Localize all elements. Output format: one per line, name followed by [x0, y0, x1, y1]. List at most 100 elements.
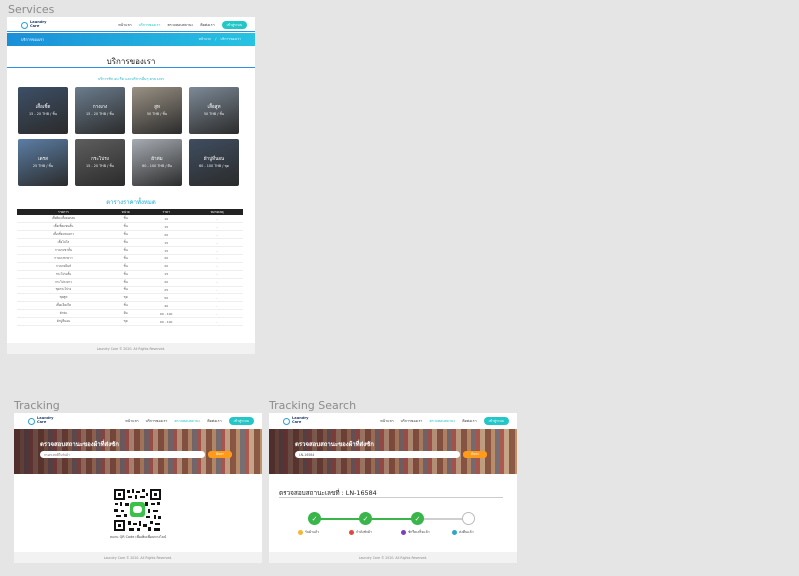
step-status-icon [401, 530, 406, 535]
table-cell: 15 [141, 222, 192, 232]
nav-item-home[interactable]: หน้าแรก [380, 418, 393, 424]
table-cell: ผ้าปูที่นอน [17, 317, 110, 326]
step-status-icon [298, 530, 303, 535]
table-cell: 15 [141, 246, 192, 255]
table-cell: - [191, 215, 243, 224]
step-label: รับผ้าแล้ว [298, 530, 319, 535]
table-cell: 20 [141, 278, 192, 287]
step-status-icon [452, 530, 457, 535]
table-row: เสื้อเชิ้ตแขนสั้น ชิ้น 15- [17, 222, 243, 232]
table-cell: เสื้อยืด/เสื้อคอกลม [17, 215, 110, 224]
service-card[interactable]: ผ้าห่ม 60 - 100 THB / ผืน [132, 139, 182, 186]
top-nav: Laundry Care หน้าแรก บริการของเรา ตรวจสอบ… [14, 413, 262, 429]
nav-item-contact[interactable]: ติดต่อเรา [207, 418, 221, 424]
tracking-number-input[interactable] [40, 451, 205, 458]
step-label: ซักรีดเสร็จแล้ว [401, 530, 430, 535]
logo[interactable]: Laundry Care [21, 20, 47, 29]
table-cell: ชิ้น [109, 246, 142, 255]
hero-title: ตรวจสอบสถานะของผ้าที่ส่งซัก [295, 441, 374, 448]
step-label-text: ซักรีดเสร็จแล้ว [408, 530, 430, 534]
nav-item-tracking[interactable]: ตรวจสอบสถานะ [429, 418, 455, 424]
service-card-price: 15 - 20 THB / ชิ้น [29, 112, 57, 116]
service-card[interactable]: ผ้าปูที่นอน 60 - 100 THB / ชุด [189, 139, 239, 186]
step-check-icon: ✓ [308, 512, 321, 525]
nav-item-tracking[interactable]: ตรวจสอบสถานะ [167, 22, 193, 28]
table-row: กระโปรงยาว ชิ้น 20- [17, 278, 243, 287]
table-cell: 20 [141, 262, 192, 271]
table-cell: ชิ้น [109, 270, 142, 279]
search-button[interactable]: ค้นหา [463, 451, 487, 458]
table-cell: ชิ้น [109, 254, 142, 263]
table-cell: กางเกงยีนส์ [17, 262, 110, 271]
logo-text-2: Care [30, 24, 40, 28]
table-cell: กระโปรงสั้น [17, 270, 110, 279]
table-cell: ผืน [109, 309, 142, 319]
nav-item-services[interactable]: บริการของเรา [146, 418, 168, 424]
qr-caption: สแกน QR Code เพื่อเพิ่มเพื่อนทางไลน์ [109, 535, 167, 539]
table-cell: เสื้อโปโล [17, 238, 110, 248]
table-cell: - [191, 254, 243, 263]
service-card-name: ผ้าปูที่นอน [203, 157, 225, 162]
search-button[interactable]: ค้นหา [208, 451, 232, 458]
table-row: กางเกงยีนส์ ชิ้น 20- [17, 262, 243, 271]
table-cell: ชิ้น [109, 278, 142, 287]
service-card[interactable]: สูท 50 THB / ชิ้น [132, 87, 182, 134]
tracking-search-frame: Laundry Care หน้าแรก บริการของเรา ตรวจสอบ… [269, 413, 517, 563]
table-cell: 15 [141, 238, 192, 248]
table-cell: 20 [141, 254, 192, 263]
table-cell: 25 [141, 286, 192, 295]
table-cell: - [191, 238, 243, 248]
table-cell: 60 - 100 [141, 317, 192, 326]
logo-icon [283, 417, 290, 425]
table-row: ชุดกระโปรง ชิ้น 25- [17, 286, 243, 295]
table-cell: 40 [141, 301, 192, 311]
logo[interactable]: Laundry Care [283, 416, 309, 425]
table-row: ผ้าห่ม ผืน 60 - 100- [17, 309, 243, 319]
service-card-price: 50 THB / ชิ้น [146, 112, 168, 116]
tracking-number-input[interactable] [295, 451, 460, 458]
footer: Laundry Care © 2020. All Rights Reserved… [269, 552, 517, 563]
logo[interactable]: Laundry Care [28, 416, 54, 425]
service-card-name: เสื้อสูท [207, 105, 221, 110]
login-button[interactable]: เข้าสู่ระบบ [221, 21, 247, 29]
frame-label-tracking: Tracking [14, 399, 60, 412]
table-row: เสื้อเชิ้ตแขนยาว ชิ้น 20- [17, 230, 243, 240]
service-card[interactable]: เดรส 25 THB / ชิ้น [18, 139, 68, 186]
login-button[interactable]: เข้าสู่ระบบ [483, 417, 509, 425]
login-button[interactable]: เข้าสู่ระบบ [228, 417, 254, 425]
table-cell: ชุดกระโปรง [17, 286, 110, 295]
nav-item-services[interactable]: บริการของเรา [139, 22, 161, 28]
service-card[interactable]: เสื้อสูท 50 THB / ชิ้น [189, 87, 239, 134]
nav-item-home[interactable]: หน้าแรก [125, 418, 138, 424]
logo-text-2: Care [37, 420, 47, 424]
table-cell: ชิ้น [109, 286, 142, 295]
table-cell: - [191, 309, 243, 319]
nav-item-contact[interactable]: ติดต่อเรา [200, 22, 214, 28]
table-cell: ชิ้น [109, 215, 142, 224]
table-row: เสื้อยืด/เสื้อคอกลม ชิ้น 10- [17, 215, 243, 224]
service-card[interactable]: กระโปรง 15 - 20 THB / ชิ้น [75, 139, 125, 186]
step-status-icon [349, 530, 354, 535]
nav-item-services[interactable]: บริการของเรา [401, 418, 423, 424]
nav-item-contact[interactable]: ติดต่อเรา [462, 418, 476, 424]
table-cell: ชุดสูท [17, 293, 110, 303]
nav-item-tracking[interactable]: ตรวจสอบสถานะ [174, 418, 200, 424]
page-subtitle: บริการซัก อบ รีด และบริการอื่นๆ ครบวงจร [98, 77, 164, 81]
table-cell: - [191, 270, 243, 279]
footer: Laundry Care © 2020. All Rights Reserved… [7, 343, 255, 354]
step-label: กำลังซักผ้า [349, 530, 372, 535]
table-cell: ชุด [109, 293, 142, 303]
table-row: กระโปรงสั้น ชิ้น 15- [17, 270, 243, 279]
table-cell: เสื้อเชิ้ตแขนยาว [17, 230, 110, 240]
step-pending-icon [462, 512, 475, 525]
nav-item-home[interactable]: หน้าแรก [118, 22, 131, 28]
nav-links: หน้าแรก บริการของเรา ตรวจสอบสถานะ ติดต่อ… [125, 417, 254, 425]
service-card[interactable]: กางเกง 15 - 20 THB / ชิ้น [75, 87, 125, 134]
service-card-name: เดรส [38, 157, 48, 162]
table-cell: 15 [141, 270, 192, 279]
table-cell: 20 [141, 230, 192, 240]
service-card[interactable]: เสื้อเชิ้ต 15 - 20 THB / ชิ้น [18, 87, 68, 134]
table-row: กางเกงขาสั้น ชิ้น 15- [17, 246, 243, 255]
service-card-price: 25 THB / ชิ้น [32, 164, 54, 168]
step-check-icon: ✓ [411, 512, 424, 525]
